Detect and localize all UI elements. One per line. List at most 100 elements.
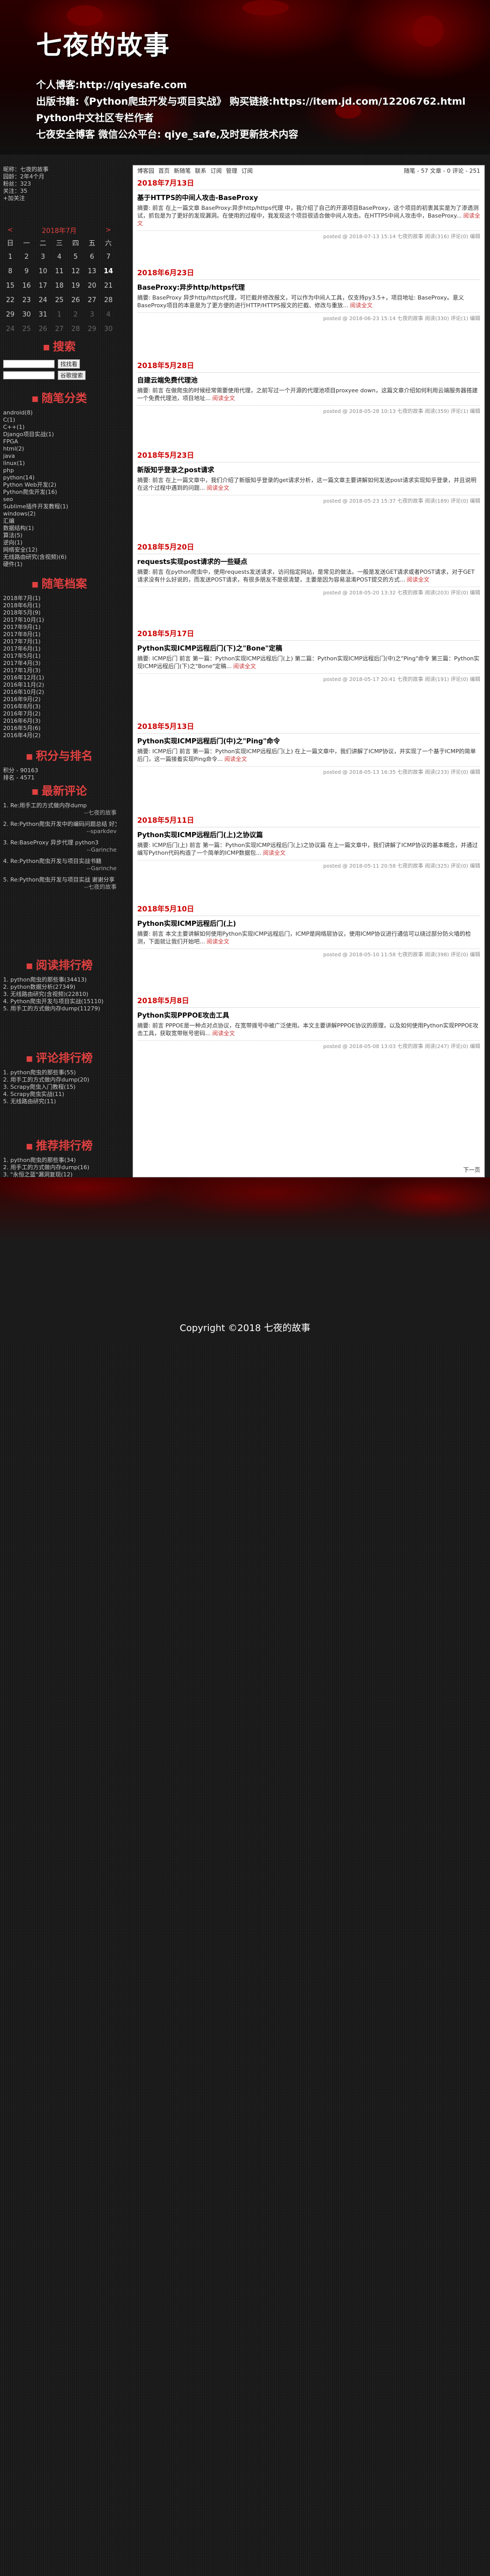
comment-text[interactable]: 1. Re:用手工的方式做内存dump [3, 802, 117, 809]
read-more-link[interactable]: 阅读全文 [213, 395, 235, 402]
read-more-link[interactable]: 阅读全文 [213, 1030, 235, 1037]
calendar-day[interactable]: 30 [19, 307, 35, 322]
category-link[interactable]: html(2) [3, 445, 117, 453]
archive-link[interactable]: 2018年7月(1) [3, 595, 117, 602]
post-title[interactable]: BaseProxy:异步http/https代理 [137, 282, 480, 292]
category-link[interactable]: php [3, 467, 117, 474]
calendar-day[interactable]: 27 [84, 293, 101, 307]
category-link[interactable]: 算法(5) [3, 532, 117, 539]
calendar-day[interactable]: 29 [2, 307, 19, 322]
post-title[interactable]: Python实现PPPOE攻击工具 [137, 1010, 480, 1020]
nav-tab[interactable]: 首页 [158, 168, 170, 174]
post-title[interactable]: Python实现ICMP远程后门(中)之"Ping"命令 [137, 736, 480, 745]
comment-author[interactable]: --七夜的故事 [3, 809, 117, 817]
read-more-link[interactable]: 阅读全文 [224, 756, 247, 762]
archive-link[interactable]: 2016年11月(2) [3, 682, 117, 689]
calendar-day[interactable]: 2 [68, 307, 84, 322]
calendar-day[interactable]: 18 [51, 278, 68, 293]
reading-rank-link[interactable]: 5. 用手工的方式做内存dump(11279) [3, 1005, 117, 1012]
archive-link[interactable]: 2016年8月(3) [3, 703, 117, 710]
comment-author[interactable]: --七夜的故事 [3, 884, 117, 891]
comment-text[interactable]: 3. Re:BaseProxy 异步代理 python3 [3, 839, 117, 846]
calendar-next-button[interactable]: > [100, 225, 117, 235]
calendar-day[interactable]: 6 [84, 250, 101, 264]
calendar-day[interactable]: 26 [68, 293, 84, 307]
comment-author[interactable]: --Garinche [3, 846, 117, 854]
search-input[interactable] [3, 360, 55, 368]
category-link[interactable]: android(8) [3, 409, 117, 417]
calendar-day[interactable]: 25 [19, 322, 35, 336]
reading-rank-link[interactable]: 1. python爬虫的那些事(34413) [3, 976, 117, 984]
calendar-prev-button[interactable]: < [2, 225, 19, 235]
read-more-link[interactable]: 阅读全文 [406, 576, 429, 583]
comment-text[interactable]: 2. Re:Python爬虫开发中的编码问题总结 好文，收藏了 [3, 821, 117, 828]
calendar-day[interactable]: 1 [2, 250, 19, 264]
calendar-day[interactable]: 19 [68, 278, 84, 293]
calendar-day[interactable]: 14 [100, 264, 117, 278]
category-link[interactable]: windows(2) [3, 510, 117, 518]
archive-link[interactable]: 2016年6月(3) [3, 718, 117, 725]
archive-link[interactable]: 2017年7月(1) [3, 638, 117, 645]
comment-author[interactable]: --Garinche [3, 865, 117, 872]
comment-author[interactable]: --sparkdev [3, 828, 117, 835]
archive-link[interactable]: 2016年4月(2) [3, 732, 117, 739]
archive-link[interactable]: 2017年8月(1) [3, 631, 117, 638]
next-page-link[interactable]: 下一页 [463, 1166, 480, 1174]
calendar-day[interactable]: 24 [2, 322, 19, 336]
profile-fans[interactable]: 粉丝：323 [3, 180, 117, 188]
google-search-input[interactable] [3, 371, 55, 379]
read-more-link[interactable]: 阅读全文 [263, 850, 286, 856]
calendar-day[interactable]: 26 [35, 322, 51, 336]
reading-rank-link[interactable]: 2. python数据分析(27349) [3, 984, 117, 991]
archive-link[interactable]: 2017年10月(1) [3, 617, 117, 624]
search-button[interactable]: 找找看 [58, 359, 80, 369]
post-title[interactable]: requests实现post请求的一些疑点 [137, 556, 480, 566]
calendar-day[interactable]: 2 [19, 250, 35, 264]
calendar-day[interactable]: 1 [51, 307, 68, 322]
calendar-day[interactable]: 20 [84, 278, 101, 293]
calendar-day[interactable]: 23 [19, 293, 35, 307]
calendar-day[interactable]: 4 [51, 250, 68, 264]
calendar-day[interactable]: 8 [2, 264, 19, 278]
calendar-day[interactable]: 17 [35, 278, 51, 293]
category-link[interactable]: C++(1) [3, 424, 117, 431]
site-title[interactable]: 七夜的故事 [36, 25, 170, 62]
calendar-day[interactable]: 4 [100, 307, 117, 322]
category-link[interactable]: java [3, 453, 117, 460]
archive-link[interactable]: 2016年7月(2) [3, 710, 117, 718]
category-link[interactable]: C(1) [3, 417, 117, 424]
category-link[interactable]: Sublime插件开发教程(1) [3, 503, 117, 510]
archive-link[interactable]: 2017年5月(1) [3, 653, 117, 660]
category-link[interactable]: Python Web开发(2) [3, 481, 117, 489]
comment-rank-link[interactable]: 3. Scrapy爬虫入门教程(15) [3, 1084, 117, 1091]
post-title[interactable]: 自建云端免费代理池 [137, 375, 480, 385]
read-more-link[interactable]: 阅读全文 [207, 938, 230, 945]
profile-follow[interactable]: 关注：35 [3, 188, 117, 195]
nav-tab[interactable]: 订阅 [210, 168, 222, 174]
category-link[interactable]: linux(1) [3, 460, 117, 467]
post-title[interactable]: Python实现ICMP远程后门(上) [137, 918, 480, 928]
category-link[interactable]: 无线路由研究(含视频)(6) [3, 554, 117, 561]
category-link[interactable]: 数据结构(1) [3, 525, 117, 532]
calendar-day[interactable]: 21 [100, 278, 117, 293]
calendar-day[interactable]: 31 [35, 307, 51, 322]
reading-rank-link[interactable]: 4. Python爬虫开发与项目实战(15110) [3, 998, 117, 1005]
post-title[interactable]: Python实现ICMP远程后门(下)之"Bone"定稿 [137, 643, 480, 653]
recommend-rank-link[interactable]: 2. 用手工的方式做内存dump(16) [3, 1164, 117, 1171]
post-title[interactable]: 基于HTTPS的中间人攻击-BaseProxy [137, 192, 480, 202]
follow-button[interactable]: +加关注 [3, 195, 117, 202]
nav-tab[interactable]: 新随笔 [174, 168, 191, 174]
read-more-link[interactable]: 阅读全文 [350, 302, 372, 309]
archive-link[interactable]: 2016年10月(2) [3, 689, 117, 696]
calendar-day[interactable]: 5 [68, 250, 84, 264]
archive-link[interactable]: 2016年12月(1) [3, 674, 117, 682]
calendar-day[interactable]: 10 [35, 264, 51, 278]
category-link[interactable]: 网络安全(12) [3, 546, 117, 554]
calendar-day[interactable]: 28 [100, 293, 117, 307]
archive-link[interactable]: 2017年9月(1) [3, 624, 117, 631]
category-link[interactable]: 硬件(1) [3, 561, 117, 568]
calendar-day[interactable]: 27 [51, 322, 68, 336]
reading-rank-link[interactable]: 3. 无线路由研究(含视频)(22810) [3, 991, 117, 998]
post-title[interactable]: 新版知乎登录之post请求 [137, 464, 480, 474]
calendar-day[interactable]: 3 [35, 250, 51, 264]
